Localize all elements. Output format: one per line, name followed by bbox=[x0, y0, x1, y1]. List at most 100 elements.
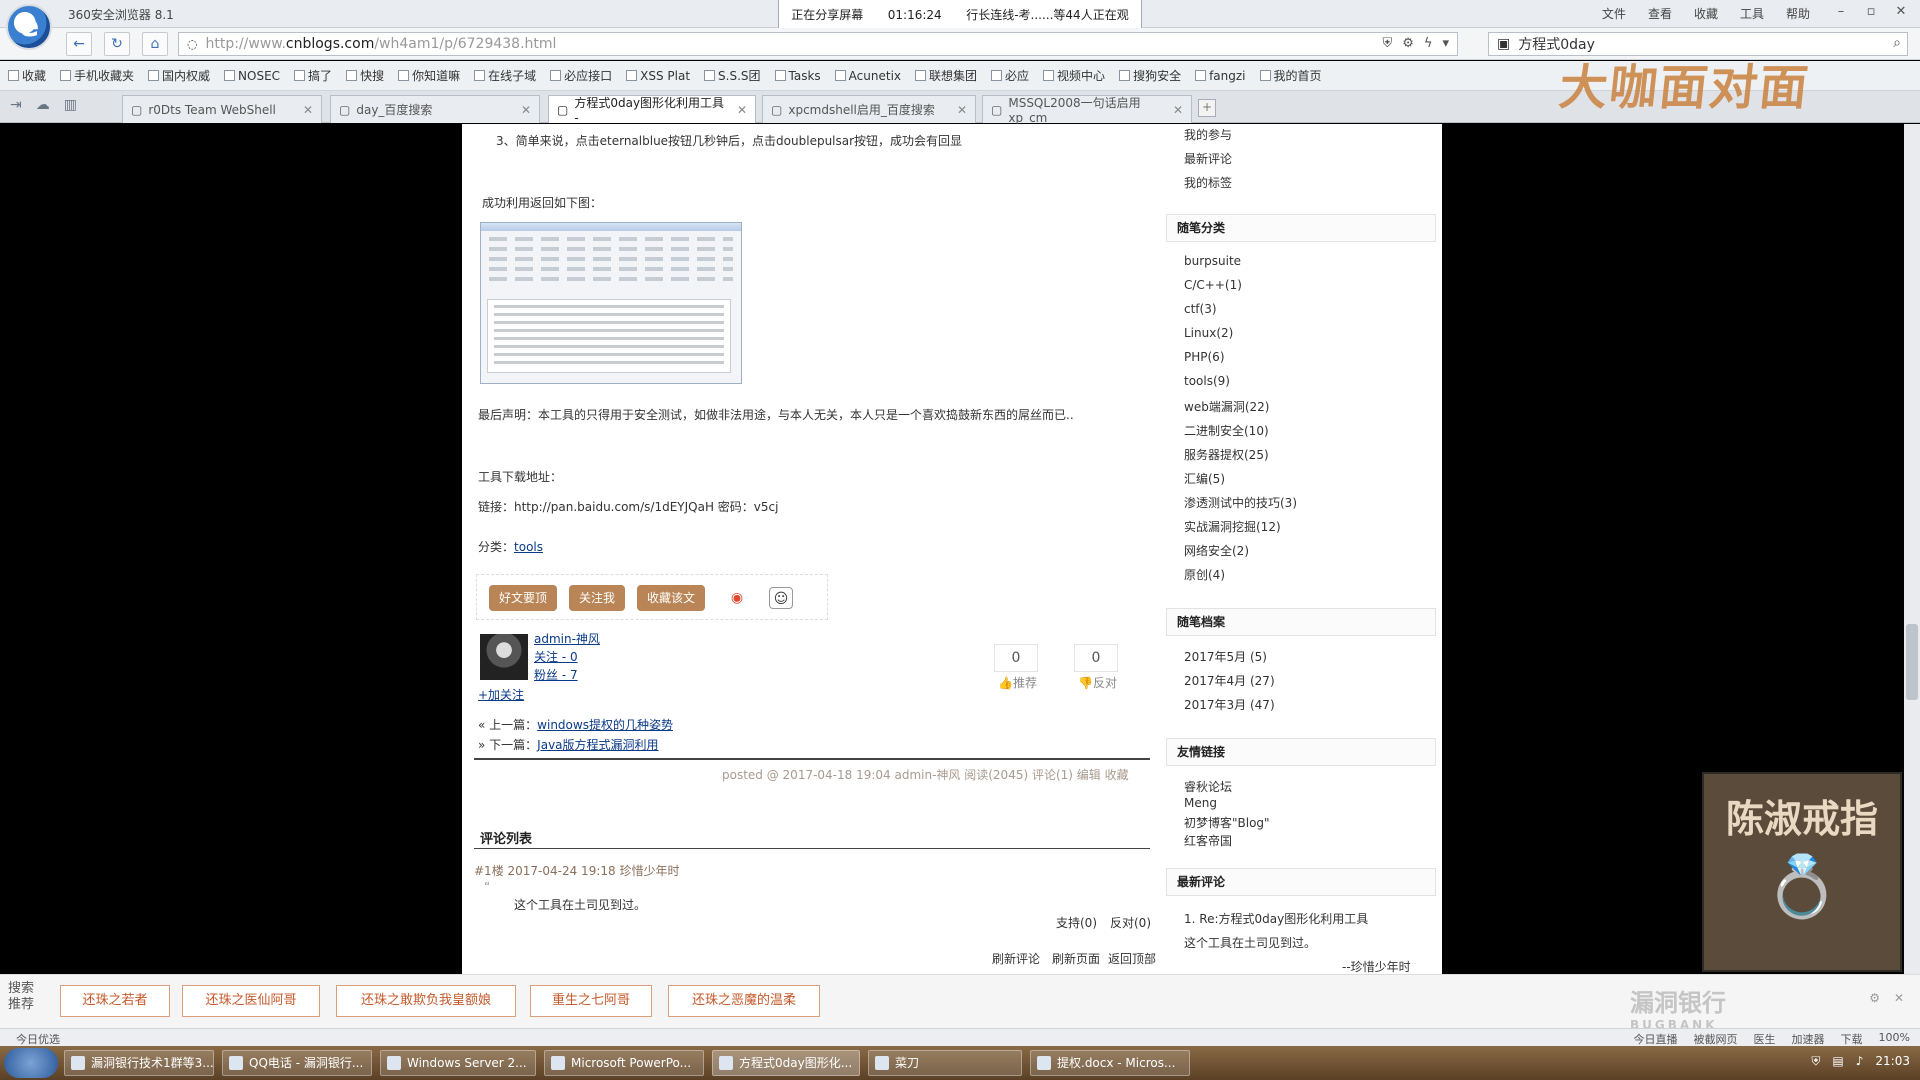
task-item[interactable]: 漏洞银行技术1群等3... bbox=[64, 1050, 214, 1076]
vote-down-label[interactable]: 👎反对 bbox=[1078, 674, 1117, 691]
browser-logo-icon[interactable]: e bbox=[6, 4, 52, 50]
network-icon[interactable]: ▤ bbox=[1832, 1054, 1843, 1069]
sidebar-categories-item[interactable]: 原创(4) bbox=[1184, 566, 1225, 583]
sidebar-categories-item[interactable]: burpsuite bbox=[1184, 254, 1241, 268]
author-name[interactable]: admin-神风 bbox=[534, 630, 600, 647]
menu-file[interactable]: 文件 bbox=[1602, 5, 1626, 22]
bookmark-item[interactable]: 联想集团 bbox=[915, 67, 977, 84]
avatar[interactable] bbox=[480, 634, 528, 680]
author-follow[interactable]: 关注 - 0 bbox=[534, 648, 578, 665]
sidebar-link[interactable]: 我的标签 bbox=[1184, 174, 1232, 191]
close-icon[interactable]: ✕ bbox=[1894, 991, 1904, 1005]
sidebar-categories-item[interactable]: 服务器提权(25) bbox=[1184, 446, 1269, 463]
bookmark-item[interactable]: XSS Plat bbox=[626, 69, 690, 83]
status-item[interactable]: 加速器 bbox=[1792, 1031, 1825, 1047]
tab-article[interactable]: ▢ 方程式0day图形化利用工具 - ✕ bbox=[548, 95, 756, 125]
comment-meta[interactable]: #1楼 2017-04-24 19:18 珍惜少年时 bbox=[474, 862, 679, 879]
start-button[interactable] bbox=[4, 1048, 58, 1078]
task-item[interactable]: QQ电话 - 漏洞银行... bbox=[222, 1050, 372, 1076]
shield-icon[interactable]: ⛨ bbox=[1811, 1054, 1820, 1069]
prev-post-link[interactable]: windows提权的几种姿势 bbox=[537, 718, 673, 732]
bookmark-item[interactable]: 国内权威 bbox=[148, 67, 210, 84]
refresh-comments-link[interactable]: 刷新评论 bbox=[992, 950, 1040, 967]
recommend-button[interactable]: 好文要顶 bbox=[489, 585, 557, 611]
vote-down-count[interactable]: 0 bbox=[1074, 644, 1118, 672]
bookmark-item[interactable]: 快搜 bbox=[346, 67, 384, 84]
bookmark-item[interactable]: NOSEC bbox=[224, 69, 280, 83]
tab-xpcmdshell[interactable]: ▢ xpcmdshell启用_百度搜索 ✕ bbox=[762, 95, 976, 123]
author-fans[interactable]: 粉丝 - 7 bbox=[534, 666, 578, 683]
shield-icon[interactable]: ⛨ bbox=[1382, 36, 1392, 51]
next-post-link[interactable]: Java版方程式漏洞利用 bbox=[537, 738, 658, 752]
video-panel[interactable]: 陈淑戒指 💍 bbox=[1702, 772, 1902, 972]
sidebar-categories-item[interactable]: ctf(3) bbox=[1184, 302, 1217, 316]
sidebar-archives-item[interactable]: 2017年3月 (47) bbox=[1184, 696, 1275, 713]
back-icon[interactable]: ← bbox=[66, 32, 92, 56]
sidebar-categories-item[interactable]: 实战漏洞挖掘(12) bbox=[1184, 518, 1281, 535]
bookmark-item[interactable]: 我的首页 bbox=[1259, 67, 1322, 84]
maximize-icon[interactable]: ▫ bbox=[1860, 2, 1882, 22]
task-item[interactable]: Windows Server 2... bbox=[380, 1050, 536, 1076]
sidebar-categories-item[interactable]: 网络安全(2) bbox=[1184, 542, 1249, 559]
menu-tools[interactable]: 工具 bbox=[1740, 5, 1764, 22]
sidebar-categories-item[interactable]: tools(9) bbox=[1184, 374, 1230, 388]
sidebar-archives-item[interactable]: 2017年5月 (5) bbox=[1184, 648, 1267, 665]
tab-mssql[interactable]: ▢ MSSQL2008一句话启用xp_cm ✕ bbox=[982, 95, 1192, 125]
bookmark-item[interactable]: Tasks bbox=[774, 69, 821, 83]
bookmark-item[interactable]: 必应接口 bbox=[550, 67, 612, 84]
gear-icon[interactable]: ⚙ bbox=[1402, 36, 1414, 51]
cloud-icon[interactable]: ☁ bbox=[36, 97, 50, 113]
bookmark-item[interactable]: 必应 bbox=[991, 67, 1029, 84]
favorite-button[interactable]: 收藏该文 bbox=[637, 585, 705, 611]
sidebar-categories-item[interactable]: Linux(2) bbox=[1184, 326, 1233, 340]
ad-item[interactable]: 还珠之恶魔的温柔 bbox=[668, 985, 820, 1017]
sidebar-toggle-icon[interactable]: ⇥ bbox=[10, 97, 22, 113]
bookmark-item[interactable]: 手机收藏夹 bbox=[60, 67, 134, 84]
trash-icon[interactable]: ▥ bbox=[64, 97, 77, 113]
sidebar-friends-item[interactable]: 睿秋论坛 bbox=[1184, 778, 1232, 795]
comment-oppose[interactable]: 反对(0) bbox=[1110, 914, 1151, 931]
bookmark-item[interactable]: 你知道嘛 bbox=[398, 67, 460, 84]
vote-up-label[interactable]: 👍推荐 bbox=[998, 674, 1037, 691]
lightning-icon[interactable]: ϟ bbox=[1424, 36, 1433, 51]
comment-support[interactable]: 支持(0) bbox=[1056, 914, 1097, 931]
scrollbar[interactable] bbox=[1904, 124, 1920, 974]
bookmark-item[interactable]: S.S.S团 bbox=[704, 67, 761, 84]
sidebar-friends-item[interactable]: Meng bbox=[1184, 796, 1217, 810]
sidebar-categories-item[interactable]: 二进制安全(10) bbox=[1184, 422, 1269, 439]
refresh-icon[interactable]: ↻ bbox=[104, 32, 130, 56]
wechat-icon[interactable]: ☺ bbox=[769, 587, 793, 609]
ad-item[interactable]: 还珠之医仙阿哥 bbox=[182, 985, 320, 1017]
bookmark-item[interactable]: Acunetix bbox=[834, 69, 901, 83]
back-to-top-link[interactable]: 返回顶部 bbox=[1108, 950, 1156, 967]
sidebar-link[interactable]: 最新评论 bbox=[1184, 150, 1232, 167]
task-item-active[interactable]: 方程式0day图形化... bbox=[712, 1050, 860, 1076]
sidebar-categories-item[interactable]: 渗透测试中的技巧(3) bbox=[1184, 494, 1297, 511]
refresh-page-link[interactable]: 刷新页面 bbox=[1052, 950, 1100, 967]
chevron-down-icon[interactable]: ▾ bbox=[1442, 36, 1449, 51]
close-icon[interactable]: ✕ bbox=[1890, 2, 1912, 22]
volume-icon[interactable]: ♪ bbox=[1856, 1054, 1864, 1069]
recent-comment-title[interactable]: 1. Re:方程式0day图形化利用工具 bbox=[1184, 910, 1368, 927]
sidebar-categories-item[interactable]: 汇编(5) bbox=[1184, 470, 1225, 487]
weibo-icon[interactable]: ◉ bbox=[725, 587, 749, 609]
tab-baidu-search[interactable]: ▢ day_百度搜索 ✕ bbox=[330, 95, 540, 123]
add-follow-link[interactable]: +加关注 bbox=[478, 686, 524, 703]
sidebar-archives-item[interactable]: 2017年4月 (27) bbox=[1184, 672, 1275, 689]
sidebar-link[interactable]: 我的参与 bbox=[1184, 126, 1232, 143]
bookmark-item[interactable]: 视频中心 bbox=[1043, 67, 1105, 84]
ad-item[interactable]: 还珠之若者 bbox=[60, 985, 170, 1017]
search-icon[interactable]: ⌕ bbox=[1893, 35, 1901, 51]
bookmark-item[interactable]: 搞了 bbox=[294, 67, 332, 84]
home-icon[interactable]: ⌂ bbox=[142, 32, 168, 56]
download-link[interactable]: 链接：http://pan.baidu.com/s/1dEYJQaH 密码：v5… bbox=[478, 498, 778, 515]
sidebar-categories-item[interactable]: PHP(6) bbox=[1184, 350, 1225, 364]
category-link[interactable]: tools bbox=[514, 540, 543, 554]
close-icon[interactable]: ✕ bbox=[737, 103, 747, 117]
menu-help[interactable]: 帮助 bbox=[1786, 5, 1810, 22]
url-input[interactable]: ◌ http://www.cnblogs.com/wh4am1/p/672943… bbox=[178, 32, 1458, 56]
close-icon[interactable]: ✕ bbox=[303, 103, 313, 117]
scroll-thumb[interactable] bbox=[1906, 624, 1918, 700]
task-item[interactable]: 菜刀 bbox=[868, 1050, 1022, 1076]
bookmark-item[interactable]: 收藏 bbox=[8, 67, 46, 84]
